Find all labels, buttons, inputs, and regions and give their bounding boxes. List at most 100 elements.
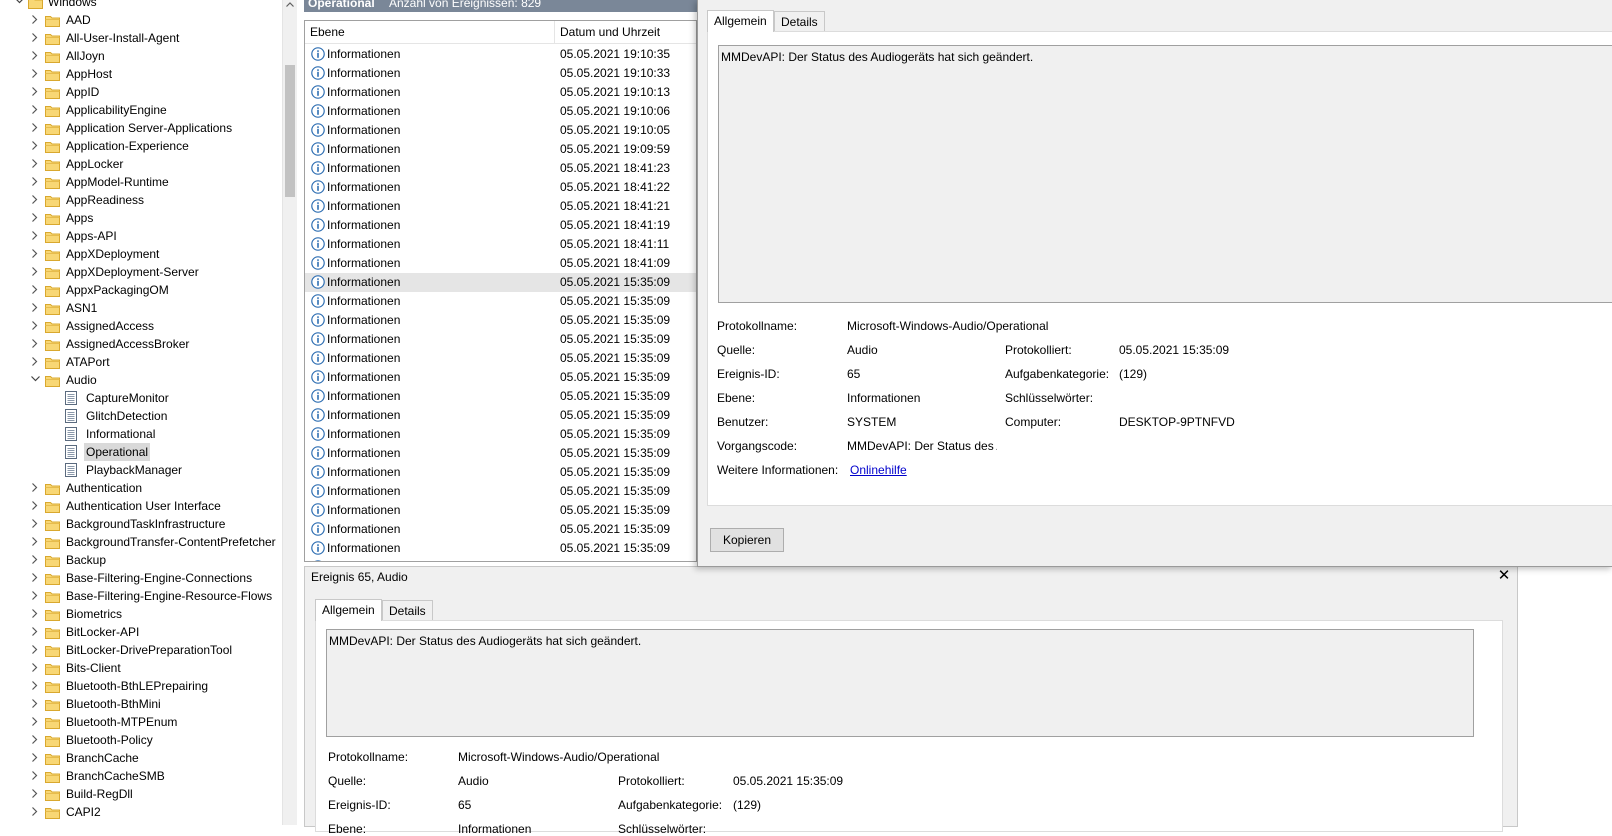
event-row[interactable]: Informationen 05.05.2021 15:35:09: [305, 539, 696, 558]
event-row[interactable]: Informationen 05.05.2021 19:10:35: [305, 45, 696, 64]
chevron-right-icon[interactable]: [29, 155, 41, 173]
event-row[interactable]: Informationen 05.05.2021 15:35:09: [305, 292, 696, 311]
chevron-right-icon[interactable]: [29, 551, 41, 569]
info-icon: [311, 541, 325, 555]
value-user: SYSTEM: [847, 415, 897, 429]
tree-item-label: AssignedAccess: [66, 319, 155, 333]
chevron-right-icon[interactable]: [29, 353, 41, 371]
scrollbar-thumb[interactable]: [285, 65, 295, 197]
chevron-right-icon[interactable]: [29, 623, 41, 641]
chevron-right-icon[interactable]: [29, 101, 41, 119]
event-row[interactable]: Informationen 05.05.2021 15:35:09: [305, 482, 696, 501]
chevron-right-icon[interactable]: [29, 605, 41, 623]
event-row[interactable]: Informationen 05.05.2021 15:35:09: [305, 273, 696, 292]
event-row[interactable]: Informationen 05.05.2021 19:10:13: [305, 83, 696, 102]
event-row[interactable]: Informationen 05.05.2021 15:35:09: [305, 406, 696, 425]
event-row[interactable]: Informationen 05.05.2021 19:10:33: [305, 64, 696, 83]
chevron-right-icon[interactable]: [29, 65, 41, 83]
event-list: Ebene Datum und Uhrzeit Informationen 05.…: [304, 20, 697, 562]
chevron-right-icon[interactable]: [29, 731, 41, 749]
column-header-level[interactable]: Ebene: [305, 21, 555, 43]
chevron-right-icon[interactable]: [29, 281, 41, 299]
chevron-right-icon[interactable]: [29, 497, 41, 515]
chevron-right-icon[interactable]: [29, 659, 41, 677]
event-row[interactable]: Informationen 05.05.2021 15:35:09: [305, 349, 696, 368]
chevron-right-icon[interactable]: [29, 695, 41, 713]
event-description-box[interactable]: MMDevAPI: Der Status des Audiogeräts hat…: [718, 45, 1612, 303]
event-row[interactable]: Informationen 05.05.2021 19:09:59: [305, 140, 696, 159]
event-row[interactable]: Informationen 05.05.2021 19:10:05: [305, 121, 696, 140]
chevron-right-icon[interactable]: [29, 263, 41, 281]
column-header-date[interactable]: Datum und Uhrzeit: [555, 21, 696, 43]
chevron-right-icon[interactable]: [29, 47, 41, 65]
close-icon[interactable]: ✕: [1495, 567, 1513, 585]
tree-scrollbar[interactable]: [282, 0, 297, 825]
chevron-right-icon[interactable]: [29, 29, 41, 47]
chevron-down-icon[interactable]: [29, 371, 41, 389]
info-icon: [311, 275, 325, 289]
chevron-right-icon[interactable]: [29, 191, 41, 209]
event-row[interactable]: Informationen 05.05.2021 15:35:09: [305, 520, 696, 539]
copy-button[interactable]: Kopieren: [710, 528, 784, 552]
event-row[interactable]: Informationen 05.05.2021 18:41:11: [305, 235, 696, 254]
chevron-right-icon[interactable]: [29, 785, 41, 803]
chevron-right-icon[interactable]: [29, 803, 41, 821]
event-row[interactable]: Informationen 05.05.2021 18:41:19: [305, 216, 696, 235]
folder-icon: [45, 716, 60, 729]
event-level: Informationen: [327, 275, 401, 289]
online-help-link[interactable]: Onlinehilfe: [850, 463, 907, 477]
chevron-right-icon[interactable]: [29, 677, 41, 695]
chevron-right-icon[interactable]: [29, 119, 41, 137]
event-row[interactable]: Informationen 05.05.2021 15:35:09: [305, 558, 696, 561]
log-icon: [65, 427, 77, 441]
chevron-right-icon[interactable]: [29, 227, 41, 245]
event-row[interactable]: Informationen 05.05.2021 19:10:06: [305, 102, 696, 121]
chevron-right-icon[interactable]: [29, 713, 41, 731]
chevron-right-icon[interactable]: [29, 749, 41, 767]
folder-icon: [45, 554, 60, 567]
tab-general[interactable]: Allgemein: [707, 10, 774, 32]
event-row[interactable]: Informationen 05.05.2021 15:35:09: [305, 387, 696, 406]
tab-details[interactable]: Details: [382, 600, 433, 621]
event-date: 05.05.2021 19:09:59: [560, 142, 671, 156]
event-row[interactable]: Informationen 05.05.2021 15:35:09: [305, 463, 696, 482]
chevron-right-icon[interactable]: [29, 515, 41, 533]
event-date: 05.05.2021 18:41:22: [560, 180, 671, 194]
chevron-right-icon[interactable]: [29, 569, 41, 587]
chevron-right-icon[interactable]: [29, 641, 41, 659]
event-row[interactable]: Informationen 05.05.2021 15:35:09: [305, 444, 696, 463]
event-description-box[interactable]: MMDevAPI: Der Status des Audiogeräts hat…: [326, 629, 1474, 737]
event-row[interactable]: Informationen 05.05.2021 18:41:21: [305, 197, 696, 216]
chevron-right-icon[interactable]: [29, 587, 41, 605]
chevron-right-icon[interactable]: [29, 245, 41, 263]
folder-icon: [45, 32, 60, 45]
chevron-right-icon[interactable]: [29, 137, 41, 155]
event-row[interactable]: Informationen 05.05.2021 15:35:09: [305, 425, 696, 444]
event-row[interactable]: Informationen 05.05.2021 15:35:09: [305, 311, 696, 330]
chevron-right-icon[interactable]: [29, 767, 41, 785]
chevron-right-icon[interactable]: [29, 209, 41, 227]
event-row[interactable]: Informationen 05.05.2021 18:41:23: [305, 159, 696, 178]
chevron-down-icon[interactable]: [13, 0, 25, 11]
chevron-right-icon[interactable]: [29, 173, 41, 191]
event-row[interactable]: Informationen 05.05.2021 15:35:09: [305, 330, 696, 349]
chevron-right-icon[interactable]: [29, 335, 41, 353]
chevron-right-icon[interactable]: [29, 479, 41, 497]
event-level: Informationen: [327, 161, 401, 175]
tab-details[interactable]: Details: [774, 11, 825, 32]
chevron-right-icon[interactable]: [29, 83, 41, 101]
event-row[interactable]: Informationen 05.05.2021 18:41:09: [305, 254, 696, 273]
event-level: Informationen: [327, 389, 401, 403]
chevron-right-icon[interactable]: [29, 533, 41, 551]
chevron-right-icon[interactable]: [29, 11, 41, 29]
event-description: MMDevAPI: Der Status des Audiogeräts hat…: [721, 50, 1034, 64]
scroll-up-arrow-icon[interactable]: [286, 2, 294, 7]
chevron-right-icon[interactable]: [29, 317, 41, 335]
event-row[interactable]: Informationen 05.05.2021 18:41:22: [305, 178, 696, 197]
event-row[interactable]: Informationen 05.05.2021 15:35:09: [305, 501, 696, 520]
tree-item-label: AppxPackagingOM: [66, 283, 169, 297]
tab-general[interactable]: Allgemein: [315, 599, 382, 621]
event-row[interactable]: Informationen 05.05.2021 15:35:09: [305, 368, 696, 387]
chevron-right-icon[interactable]: [29, 299, 41, 317]
folder-icon: [45, 374, 60, 387]
